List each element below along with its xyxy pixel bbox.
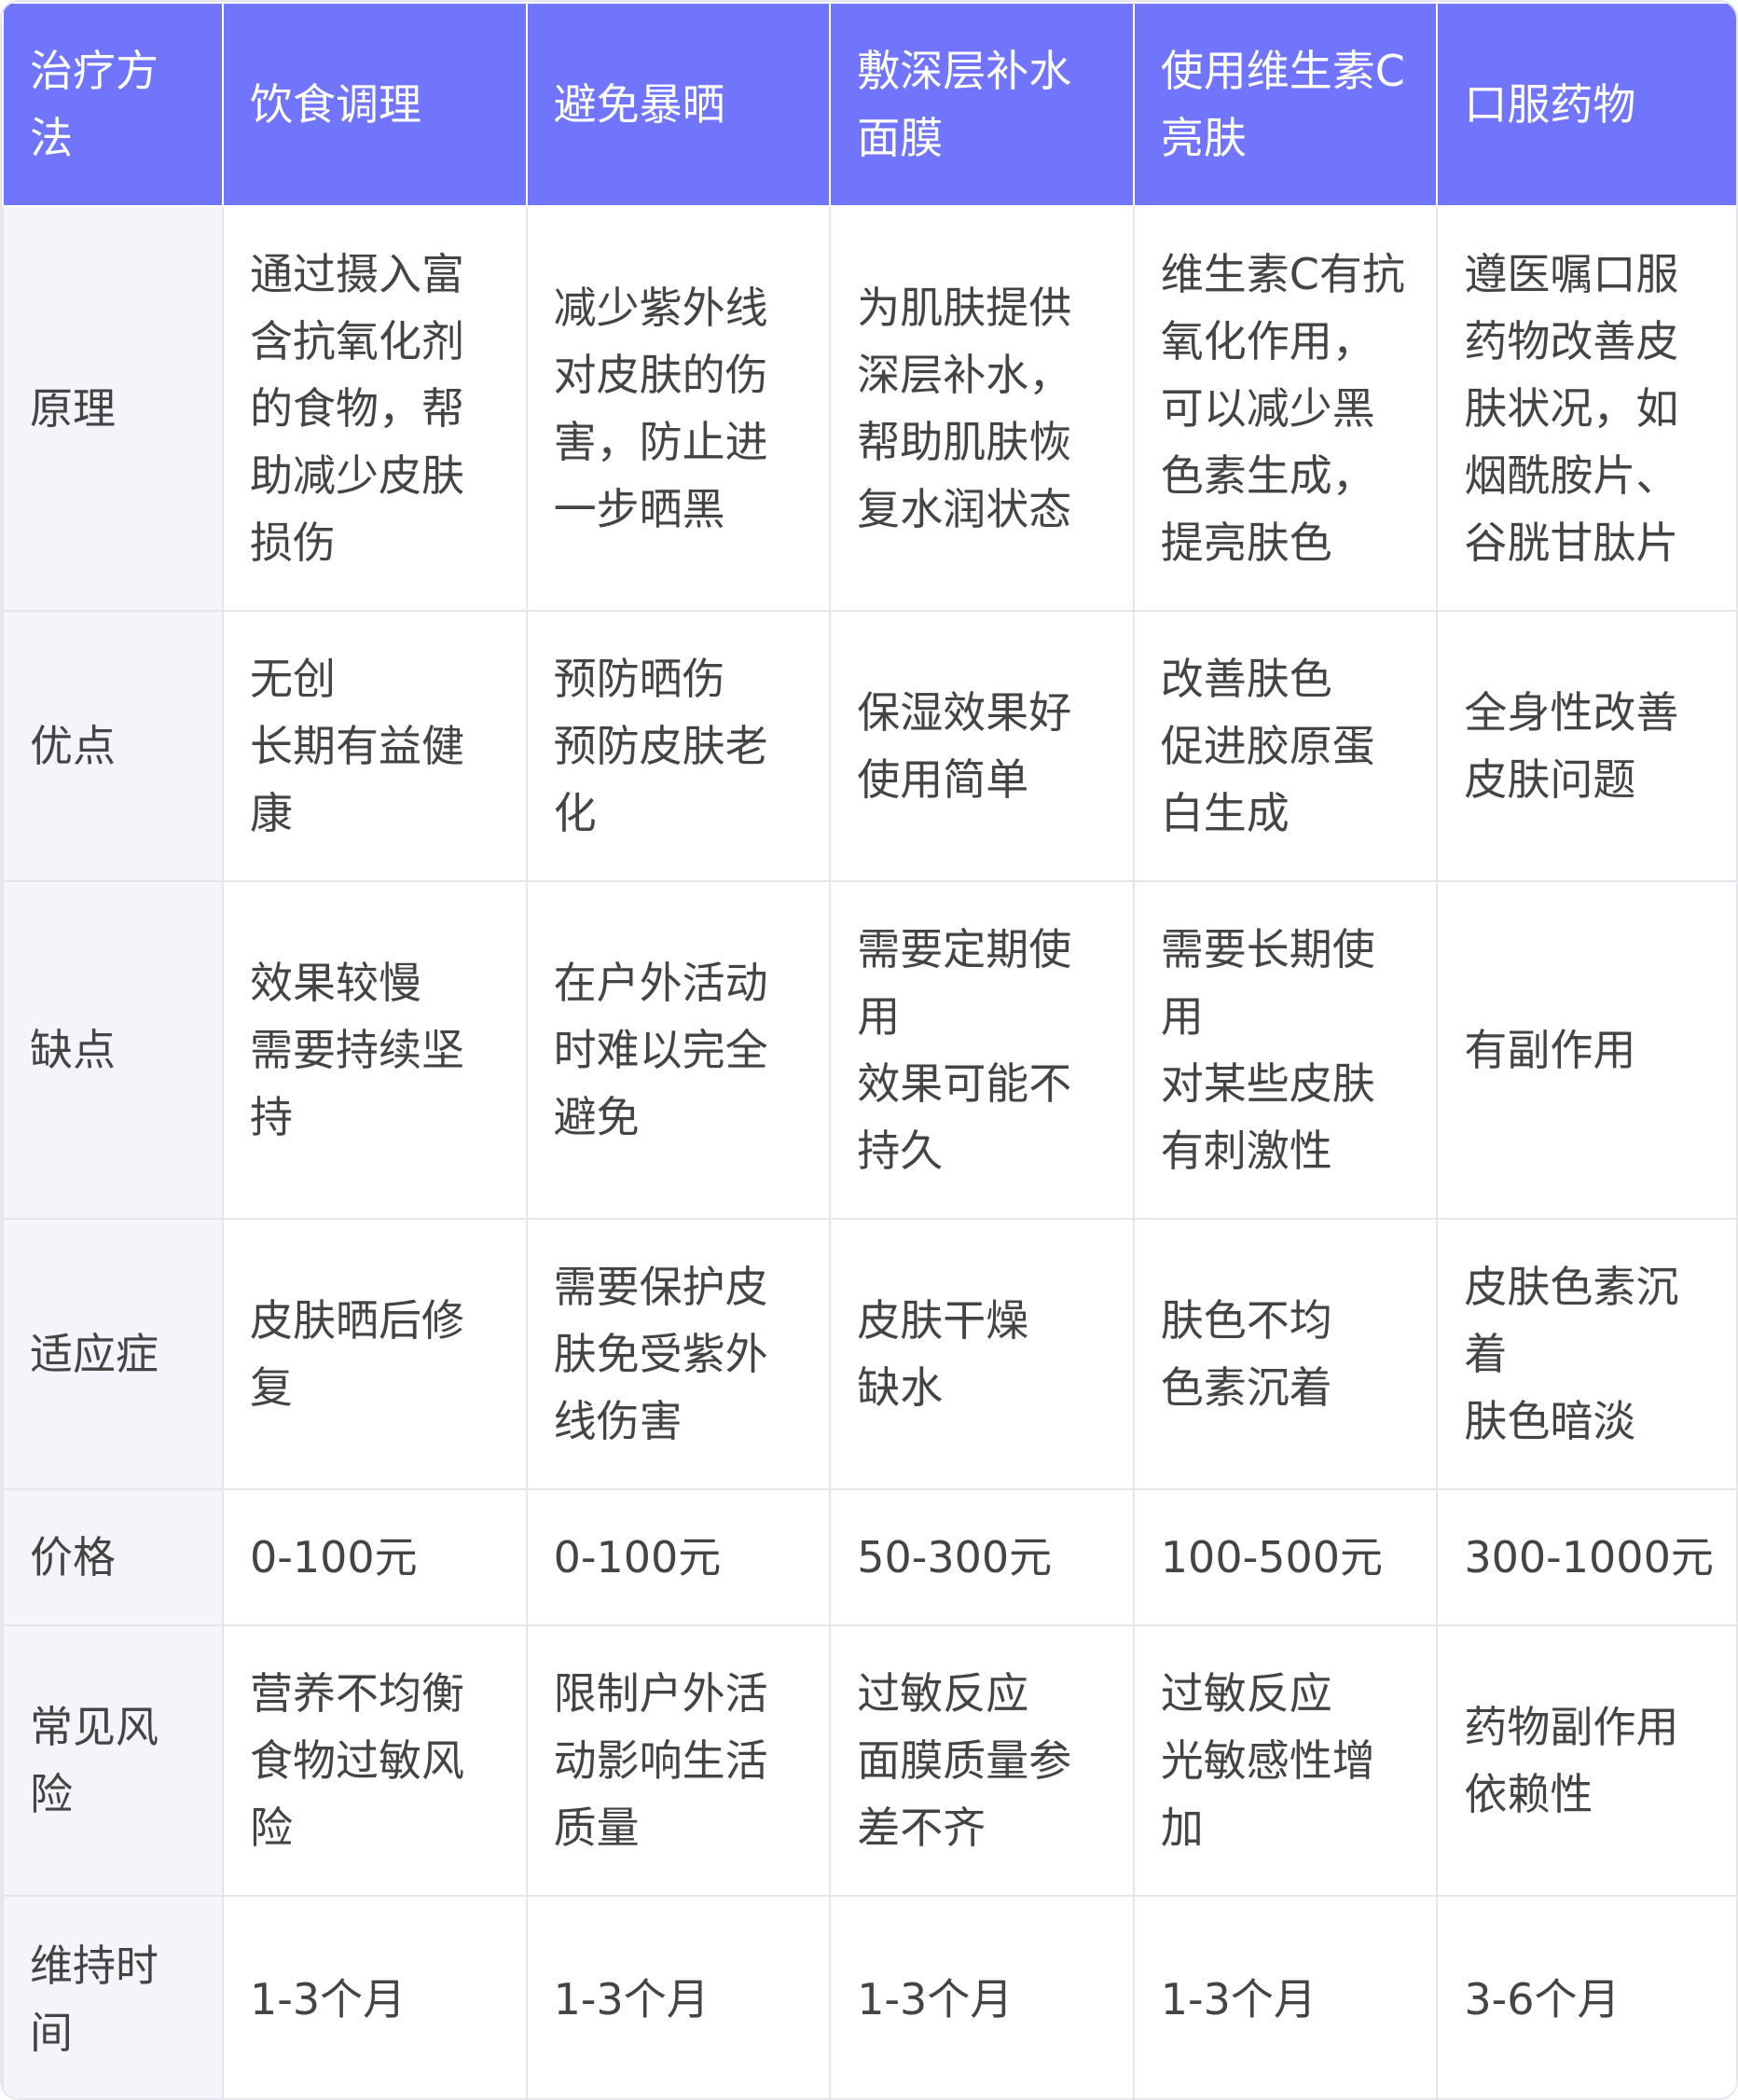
table-row-advantages: 优点 无创 长期有益健康 预防晒伤 预防皮肤老化 保湿效果好 使用简单 改善肤色… bbox=[2, 610, 1736, 882]
row-label: 常见风险 bbox=[2, 1624, 224, 1897]
table-cell: 皮肤晒后修复 bbox=[222, 1218, 528, 1490]
table-cell: 0-100元 bbox=[525, 1488, 832, 1626]
header-cell-oral-medication: 口服药物 bbox=[1436, 2, 1736, 207]
header-cell-hydrating-mask: 敷深层补水面膜 bbox=[829, 2, 1135, 207]
row-label: 优点 bbox=[2, 610, 224, 882]
comparison-table-container: 治疗方法 饮食调理 避免暴晒 敷深层补水面膜 使用维生素C亮肤 口服药物 原理 … bbox=[0, 0, 1738, 2100]
table-cell: 100-500元 bbox=[1132, 1488, 1439, 1626]
table-cell: 需要保护皮肤免受紫外线伤害 bbox=[525, 1218, 832, 1490]
table-cell: 1-3个月 bbox=[829, 1895, 1135, 2098]
header-cell-sun-avoidance: 避免暴晒 bbox=[525, 2, 832, 207]
treatment-comparison-table: 治疗方法 饮食调理 避免暴晒 敷深层补水面膜 使用维生素C亮肤 口服药物 原理 … bbox=[2, 2, 1736, 2098]
row-label: 维持时间 bbox=[2, 1895, 224, 2098]
table-cell: 减少紫外线对皮肤的伤害，防止进一步晒黑 bbox=[525, 205, 832, 612]
table-cell: 无创 长期有益健康 bbox=[222, 610, 528, 882]
table-cell: 在户外活动时难以完全避免 bbox=[525, 880, 832, 1220]
table-cell: 皮肤干燥 缺水 bbox=[829, 1218, 1135, 1490]
row-label: 原理 bbox=[2, 205, 224, 612]
table-cell: 1-3个月 bbox=[222, 1895, 528, 2098]
table-cell: 预防晒伤 预防皮肤老化 bbox=[525, 610, 832, 882]
table-cell: 需要长期使用 对某些皮肤有刺激性 bbox=[1132, 880, 1439, 1220]
table-cell: 维生素C有抗氧化作用，可以减少黑色素生成，提亮肤色 bbox=[1132, 205, 1439, 612]
table-cell: 药物副作用 依赖性 bbox=[1436, 1624, 1736, 1897]
table-cell: 过敏反应 光敏感性增加 bbox=[1132, 1624, 1439, 1897]
row-label: 缺点 bbox=[2, 880, 224, 1220]
table-cell: 有副作用 bbox=[1436, 880, 1736, 1220]
table-cell: 遵医嘱口服药物改善皮肤状况，如烟酰胺片、谷胱甘肽片 bbox=[1436, 205, 1736, 612]
table-cell: 1-3个月 bbox=[525, 1895, 832, 2098]
table-cell: 改善肤色 促进胶原蛋白生成 bbox=[1132, 610, 1439, 882]
header-row: 治疗方法 饮食调理 避免暴晒 敷深层补水面膜 使用维生素C亮肤 口服药物 bbox=[2, 2, 1736, 207]
table-cell: 皮肤色素沉着 肤色暗淡 bbox=[1436, 1218, 1736, 1490]
header-cell-vitamin-c: 使用维生素C亮肤 bbox=[1132, 2, 1439, 207]
row-label: 价格 bbox=[2, 1488, 224, 1626]
header-cell-diet: 饮食调理 bbox=[222, 2, 528, 207]
table-cell: 限制户外活动影响生活质量 bbox=[525, 1624, 832, 1897]
table-cell: 通过摄入富含抗氧化剂的食物，帮助减少皮肤损伤 bbox=[222, 205, 528, 612]
table-cell: 保湿效果好 使用简单 bbox=[829, 610, 1135, 882]
table-row-price: 价格 0-100元 0-100元 50-300元 100-500元 300-10… bbox=[2, 1488, 1736, 1626]
table-cell: 1-3个月 bbox=[1132, 1895, 1439, 2098]
table-row-principle: 原理 通过摄入富含抗氧化剂的食物，帮助减少皮肤损伤 减少紫外线对皮肤的伤害，防止… bbox=[2, 205, 1736, 612]
table-row-duration: 维持时间 1-3个月 1-3个月 1-3个月 1-3个月 3-6个月 bbox=[2, 1895, 1736, 2098]
table-row-risks: 常见风险 营养不均衡 食物过敏风险 限制户外活动影响生活质量 过敏反应 面膜质量… bbox=[2, 1624, 1736, 1897]
table-cell: 肤色不均 色素沉着 bbox=[1132, 1218, 1439, 1490]
table-cell: 全身性改善皮肤问题 bbox=[1436, 610, 1736, 882]
table-cell: 0-100元 bbox=[222, 1488, 528, 1626]
table-cell: 300-1000元 bbox=[1436, 1488, 1736, 1626]
table-cell: 50-300元 bbox=[829, 1488, 1135, 1626]
table-cell: 为肌肤提供深层补水，帮助肌肤恢复水润状态 bbox=[829, 205, 1135, 612]
table-cell: 需要定期使用 效果可能不持久 bbox=[829, 880, 1135, 1220]
table-row-disadvantages: 缺点 效果较慢 需要持续坚持 在户外活动时难以完全避免 需要定期使用 效果可能不… bbox=[2, 880, 1736, 1220]
table-cell: 3-6个月 bbox=[1436, 1895, 1736, 2098]
row-label: 适应症 bbox=[2, 1218, 224, 1490]
table-cell: 过敏反应 面膜质量参差不齐 bbox=[829, 1624, 1135, 1897]
header-cell-method: 治疗方法 bbox=[2, 2, 224, 207]
table-cell: 效果较慢 需要持续坚持 bbox=[222, 880, 528, 1220]
table-row-indications: 适应症 皮肤晒后修复 需要保护皮肤免受紫外线伤害 皮肤干燥 缺水 肤色不均 色素… bbox=[2, 1218, 1736, 1490]
table-cell: 营养不均衡 食物过敏风险 bbox=[222, 1624, 528, 1897]
